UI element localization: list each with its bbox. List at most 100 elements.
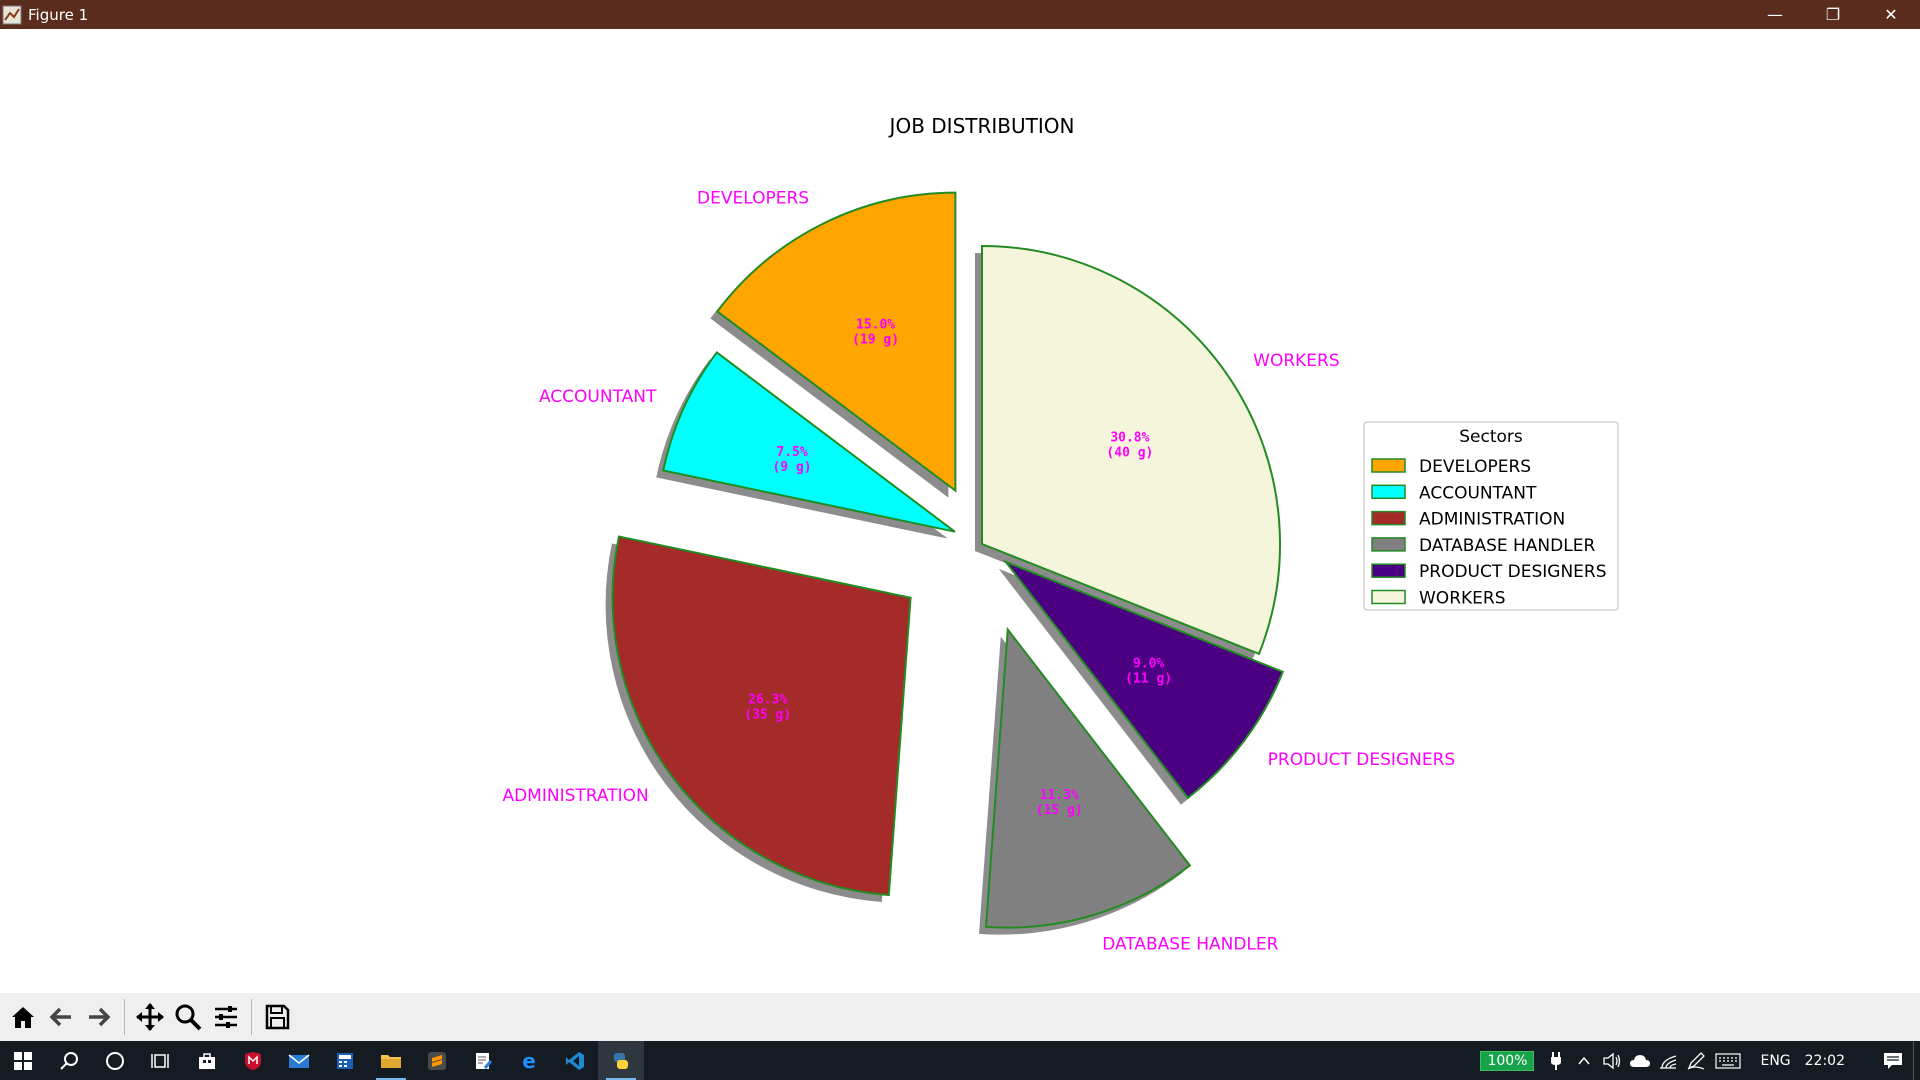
slice-percent-product-designers: 9.0% xyxy=(1133,656,1164,671)
slice-label-accountant: ACCOUNTANT xyxy=(539,387,657,407)
close-icon: ✕ xyxy=(1884,5,1898,24)
windows-start-icon xyxy=(14,1051,32,1070)
system-tray: 100% ENG 22:02 xyxy=(1480,1041,1920,1080)
store-icon xyxy=(199,1052,215,1069)
slice-value-product-designers: (11 g) xyxy=(1125,671,1172,686)
network-button[interactable] xyxy=(1654,1041,1682,1080)
edge-icon: e xyxy=(522,1051,536,1071)
home-icon xyxy=(12,1007,34,1028)
battery-percentage[interactable]: 100% xyxy=(1480,1050,1535,1071)
slice-percent-database-handler: 11.3% xyxy=(1040,788,1079,803)
keyboard-icon xyxy=(1715,1052,1742,1069)
slice-value-developers: (19 g) xyxy=(852,333,899,348)
close-button[interactable]: ✕ xyxy=(1862,0,1920,29)
home-button[interactable] xyxy=(4,998,42,1036)
power-plug-button[interactable] xyxy=(1542,1041,1570,1080)
minimize-icon: — xyxy=(1767,5,1783,24)
search-button[interactable] xyxy=(46,1041,92,1080)
show-desktop-button[interactable] xyxy=(1913,1041,1920,1080)
toolbar-separator xyxy=(124,999,125,1035)
python-icon xyxy=(614,1052,628,1069)
pan-icon xyxy=(136,1003,164,1031)
back-icon xyxy=(49,1007,71,1027)
start-button[interactable] xyxy=(0,1041,46,1080)
chevron-up-icon xyxy=(1578,1056,1591,1064)
slice-percent-accountant: 7.5% xyxy=(776,445,807,460)
restore-icon: ❐ xyxy=(1825,5,1841,24)
minimize-button[interactable]: — xyxy=(1746,0,1804,29)
slice-label-administration: ADMINISTRATION xyxy=(502,786,648,806)
mcafee-app[interactable] xyxy=(230,1041,276,1080)
legend-swatch-product-designers xyxy=(1371,563,1406,578)
vscode-app[interactable] xyxy=(552,1041,598,1080)
pen-workspace-button[interactable] xyxy=(1682,1041,1710,1080)
cortana-button[interactable] xyxy=(92,1041,138,1080)
configure-icon xyxy=(215,1006,237,1028)
save-button[interactable] xyxy=(258,998,296,1036)
svg-text:e: e xyxy=(522,1051,536,1071)
touch-keyboard-button[interactable] xyxy=(1710,1041,1746,1080)
save-icon xyxy=(265,1004,290,1030)
window-title-bar: Figure 1 — ❐ ✕ xyxy=(0,0,1920,29)
restore-button[interactable]: ❐ xyxy=(1804,0,1862,29)
edge-app[interactable]: e xyxy=(506,1041,552,1080)
slice-value-workers: (40 g) xyxy=(1106,446,1153,461)
slice-label-developers: DEVELOPERS xyxy=(697,188,809,208)
legend-label-workers: WORKERS xyxy=(1419,589,1506,609)
slice-value-database-handler: (15 g) xyxy=(1036,803,1083,818)
legend-label-accountant: ACCOUNTANT xyxy=(1419,483,1537,503)
mail-app[interactable] xyxy=(276,1041,322,1080)
slice-percent-administration: 26.3% xyxy=(748,692,787,707)
show-hidden-icons-button[interactable] xyxy=(1570,1041,1598,1080)
notification-icon xyxy=(1884,1052,1902,1069)
action-center-button[interactable] xyxy=(1873,1041,1913,1080)
notepad-app[interactable] xyxy=(460,1041,506,1080)
mail-icon xyxy=(288,1053,310,1068)
figure-toolbar xyxy=(0,993,1920,1041)
zoom-icon xyxy=(175,1004,202,1031)
vscode-icon xyxy=(566,1051,584,1070)
task-view-button[interactable] xyxy=(138,1041,184,1080)
input-language[interactable]: ENG xyxy=(1760,1053,1790,1069)
calculator-icon xyxy=(337,1052,353,1069)
slice-label-workers: WORKERS xyxy=(1253,351,1340,371)
file-explorer-app[interactable] xyxy=(368,1041,414,1080)
sublime-text-icon xyxy=(428,1051,446,1070)
onedrive-cloud-icon xyxy=(1630,1054,1651,1067)
system-clock[interactable]: 22:02 xyxy=(1805,1053,1845,1069)
legend-swatch-developers xyxy=(1371,458,1406,473)
pan-button[interactable] xyxy=(131,998,169,1036)
legend-swatch-administration xyxy=(1371,510,1406,526)
figure-canvas: JOB DISTRIBUTION DEVELOPERS ACCOUNTANT ADM… xyxy=(0,29,1920,993)
mcafee-icon xyxy=(245,1051,261,1070)
python-app[interactable] xyxy=(598,1041,644,1080)
slice-percent-workers: 30.8% xyxy=(1110,431,1149,446)
power-plug-icon xyxy=(1551,1051,1562,1070)
legend-label-administration: ADMINISTRATION xyxy=(1419,510,1565,530)
sublime-text-app[interactable] xyxy=(414,1041,460,1080)
chart-title: JOB DISTRIBUTION xyxy=(888,114,1075,138)
slice-label-database-handler: DATABASE HANDLER xyxy=(1102,935,1278,955)
search-icon xyxy=(60,1051,78,1070)
window-title: Figure 1 xyxy=(28,5,89,24)
legend-swatch-accountant xyxy=(1371,484,1406,500)
zoom-button[interactable] xyxy=(169,998,207,1036)
slice-value-accountant: (9 g) xyxy=(772,460,811,475)
volume-button[interactable] xyxy=(1598,1041,1626,1080)
legend-swatch-database-handler xyxy=(1371,537,1406,552)
back-button[interactable] xyxy=(42,998,80,1036)
calculator-app[interactable] xyxy=(322,1041,368,1080)
onedrive-button[interactable] xyxy=(1626,1041,1654,1080)
figure-app-icon xyxy=(2,5,22,24)
file-explorer-icon xyxy=(381,1054,401,1068)
pen-icon xyxy=(1688,1051,1706,1070)
store-app[interactable] xyxy=(184,1041,230,1080)
legend-title: Sectors xyxy=(1459,427,1523,447)
forward-button[interactable] xyxy=(80,998,118,1036)
slice-value-administration: (35 g) xyxy=(744,707,791,722)
forward-icon xyxy=(89,1007,111,1027)
configure-button[interactable] xyxy=(207,998,245,1036)
legend: Sectors DEVELOPERS ACCOUNTANT ADMINISTRATIO… xyxy=(1363,421,1619,611)
notepad-icon xyxy=(476,1052,493,1069)
cortana-icon xyxy=(106,1051,124,1070)
